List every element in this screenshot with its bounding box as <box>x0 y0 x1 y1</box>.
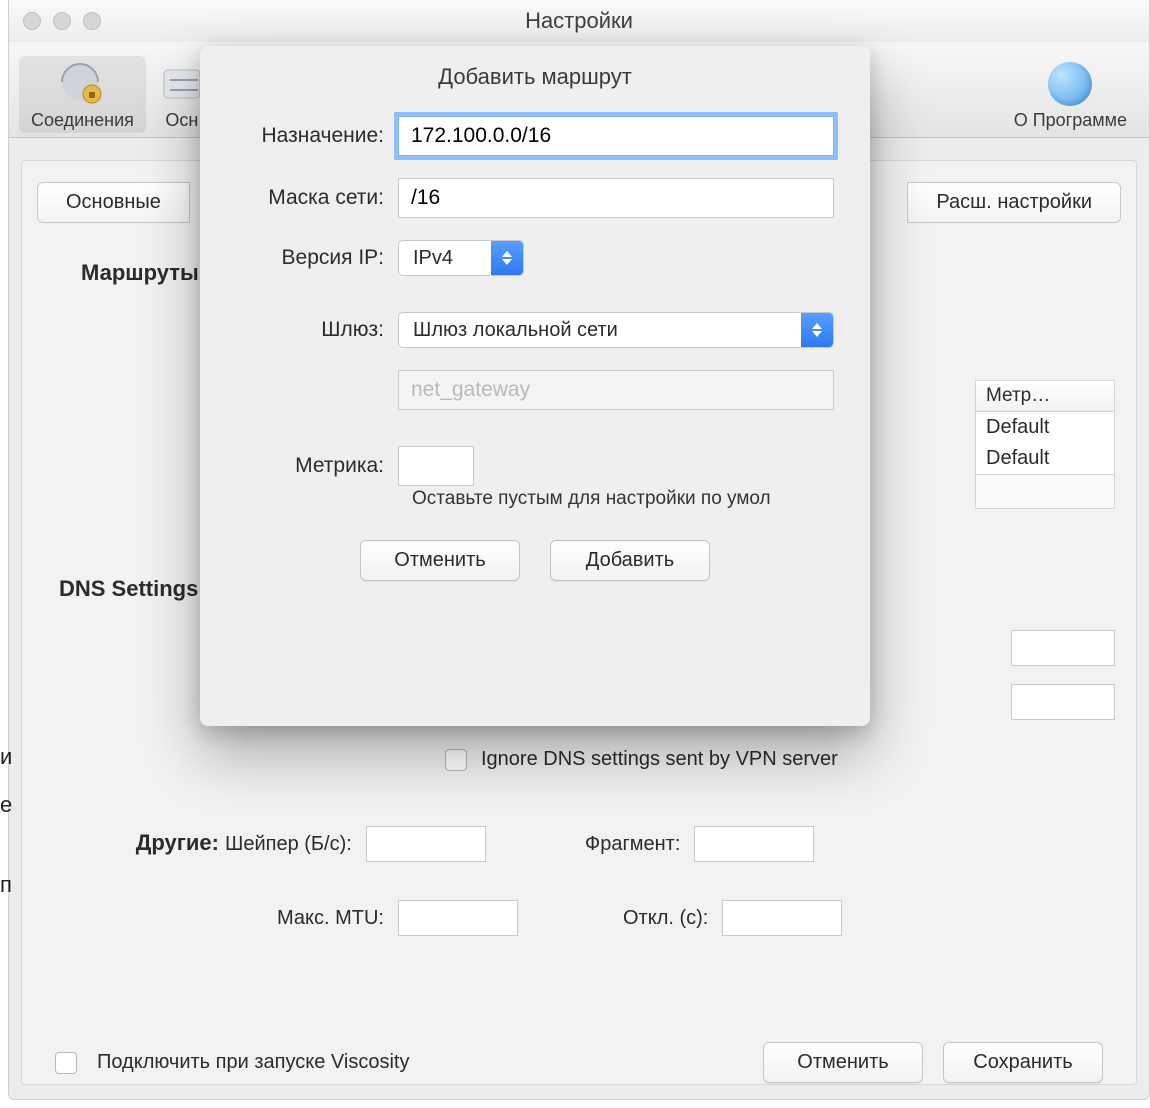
input-off[interactable] <box>722 900 842 936</box>
row-mtu: Макс. MTU: <box>277 900 518 936</box>
label-fragment: Фрагмент: <box>585 833 680 856</box>
toolbar-label-connections: Соединения <box>31 110 134 131</box>
label-mtu: Макс. MTU: <box>277 907 384 930</box>
close-icon[interactable] <box>23 12 41 30</box>
row-off: Откл. (с): <box>623 900 842 936</box>
sheet-cancel-button[interactable]: Отменить <box>360 540 520 581</box>
label-destination: Назначение: <box>236 124 398 148</box>
cancel-button[interactable]: Отменить <box>763 1042 923 1083</box>
sheet-add-button[interactable]: Добавить <box>550 540 710 581</box>
maximize-icon[interactable] <box>83 12 101 30</box>
routes-table-footer <box>976 474 1114 508</box>
tab-advanced[interactable]: Расш. настройки <box>907 182 1121 223</box>
input-fragment[interactable] <box>694 826 814 862</box>
metric-hint: Оставьте пустым для настройки по умол <box>236 488 834 510</box>
label-shaper: Шейпер (Б/с): <box>225 833 352 856</box>
input-mtu[interactable] <box>398 900 518 936</box>
table-row[interactable]: Default <box>976 443 1114 474</box>
label-metric: Метрика: <box>236 454 398 478</box>
peek-text: е <box>0 792 12 818</box>
table-row[interactable]: Default <box>976 412 1114 443</box>
ignore-dns-checkbox[interactable] <box>445 749 467 771</box>
section-other: Другие: <box>115 830 219 856</box>
label-gateway: Шлюз: <box>236 318 398 342</box>
select-gateway-value: Шлюз локальной сети <box>399 319 801 342</box>
label-mask: Маска сети: <box>236 186 398 210</box>
ignore-dns-label: Ignore DNS settings sent by VPN server <box>481 748 838 771</box>
routes-col-metric[interactable]: Метр… <box>976 381 1114 412</box>
label-off: Откл. (с): <box>623 907 708 930</box>
dns-field-1[interactable] <box>1011 630 1115 666</box>
routes-table[interactable]: Метр… Default Default <box>975 380 1115 509</box>
tab-basic[interactable]: Основные <box>37 182 190 223</box>
ignore-dns-row: Ignore DNS settings sent by VPN server <box>445 748 838 771</box>
select-ipversion[interactable]: IPv4 <box>398 240 524 276</box>
window-controls <box>23 12 101 30</box>
titlebar: Настройки <box>9 0 1149 42</box>
row-fragment: Фрагмент: <box>585 826 814 862</box>
toolbar-item-about[interactable]: О Программе <box>1002 56 1139 133</box>
section-routes: Маршруты <box>81 260 199 286</box>
dns-field-2[interactable] <box>1011 684 1115 720</box>
connect-on-start-label: Подключить при запуске Viscosity <box>97 1051 409 1074</box>
bottom-bar: Подключить при запуске Viscosity Отменит… <box>9 1042 1149 1083</box>
label-ipversion: Версия IP: <box>236 246 398 270</box>
add-route-sheet: Добавить маршрут Назначение: Маска сети:… <box>200 46 870 726</box>
window-title: Настройки <box>9 8 1149 34</box>
chevron-updown-icon <box>491 241 523 275</box>
connect-on-start-checkbox[interactable] <box>55 1052 77 1074</box>
toolbar-label-about: О Программе <box>1014 110 1127 131</box>
input-destination[interactable] <box>398 116 834 156</box>
input-shaper[interactable] <box>366 826 486 862</box>
input-mask[interactable] <box>398 178 834 218</box>
info-icon <box>1046 60 1094 108</box>
save-button[interactable]: Сохранить <box>943 1042 1103 1083</box>
peek-text: и <box>0 744 12 770</box>
input-gateway-raw <box>398 370 834 410</box>
section-dns: DNS Settings <box>59 576 198 602</box>
toolbar-label-general: Осн <box>165 110 198 131</box>
slider-icon <box>158 60 206 108</box>
globe-icon <box>58 60 106 108</box>
peek-text: п <box>0 872 12 898</box>
toolbar-item-connections[interactable]: Соединения <box>19 56 146 133</box>
sheet-title: Добавить маршрут <box>200 46 870 90</box>
minimize-icon[interactable] <box>53 12 71 30</box>
row-shaper: Шейпер (Б/с): <box>225 826 486 862</box>
select-gateway[interactable]: Шлюз локальной сети <box>398 312 834 348</box>
select-ipversion-value: IPv4 <box>399 247 491 270</box>
chevron-updown-icon <box>801 313 833 347</box>
input-metric[interactable] <box>398 446 474 486</box>
